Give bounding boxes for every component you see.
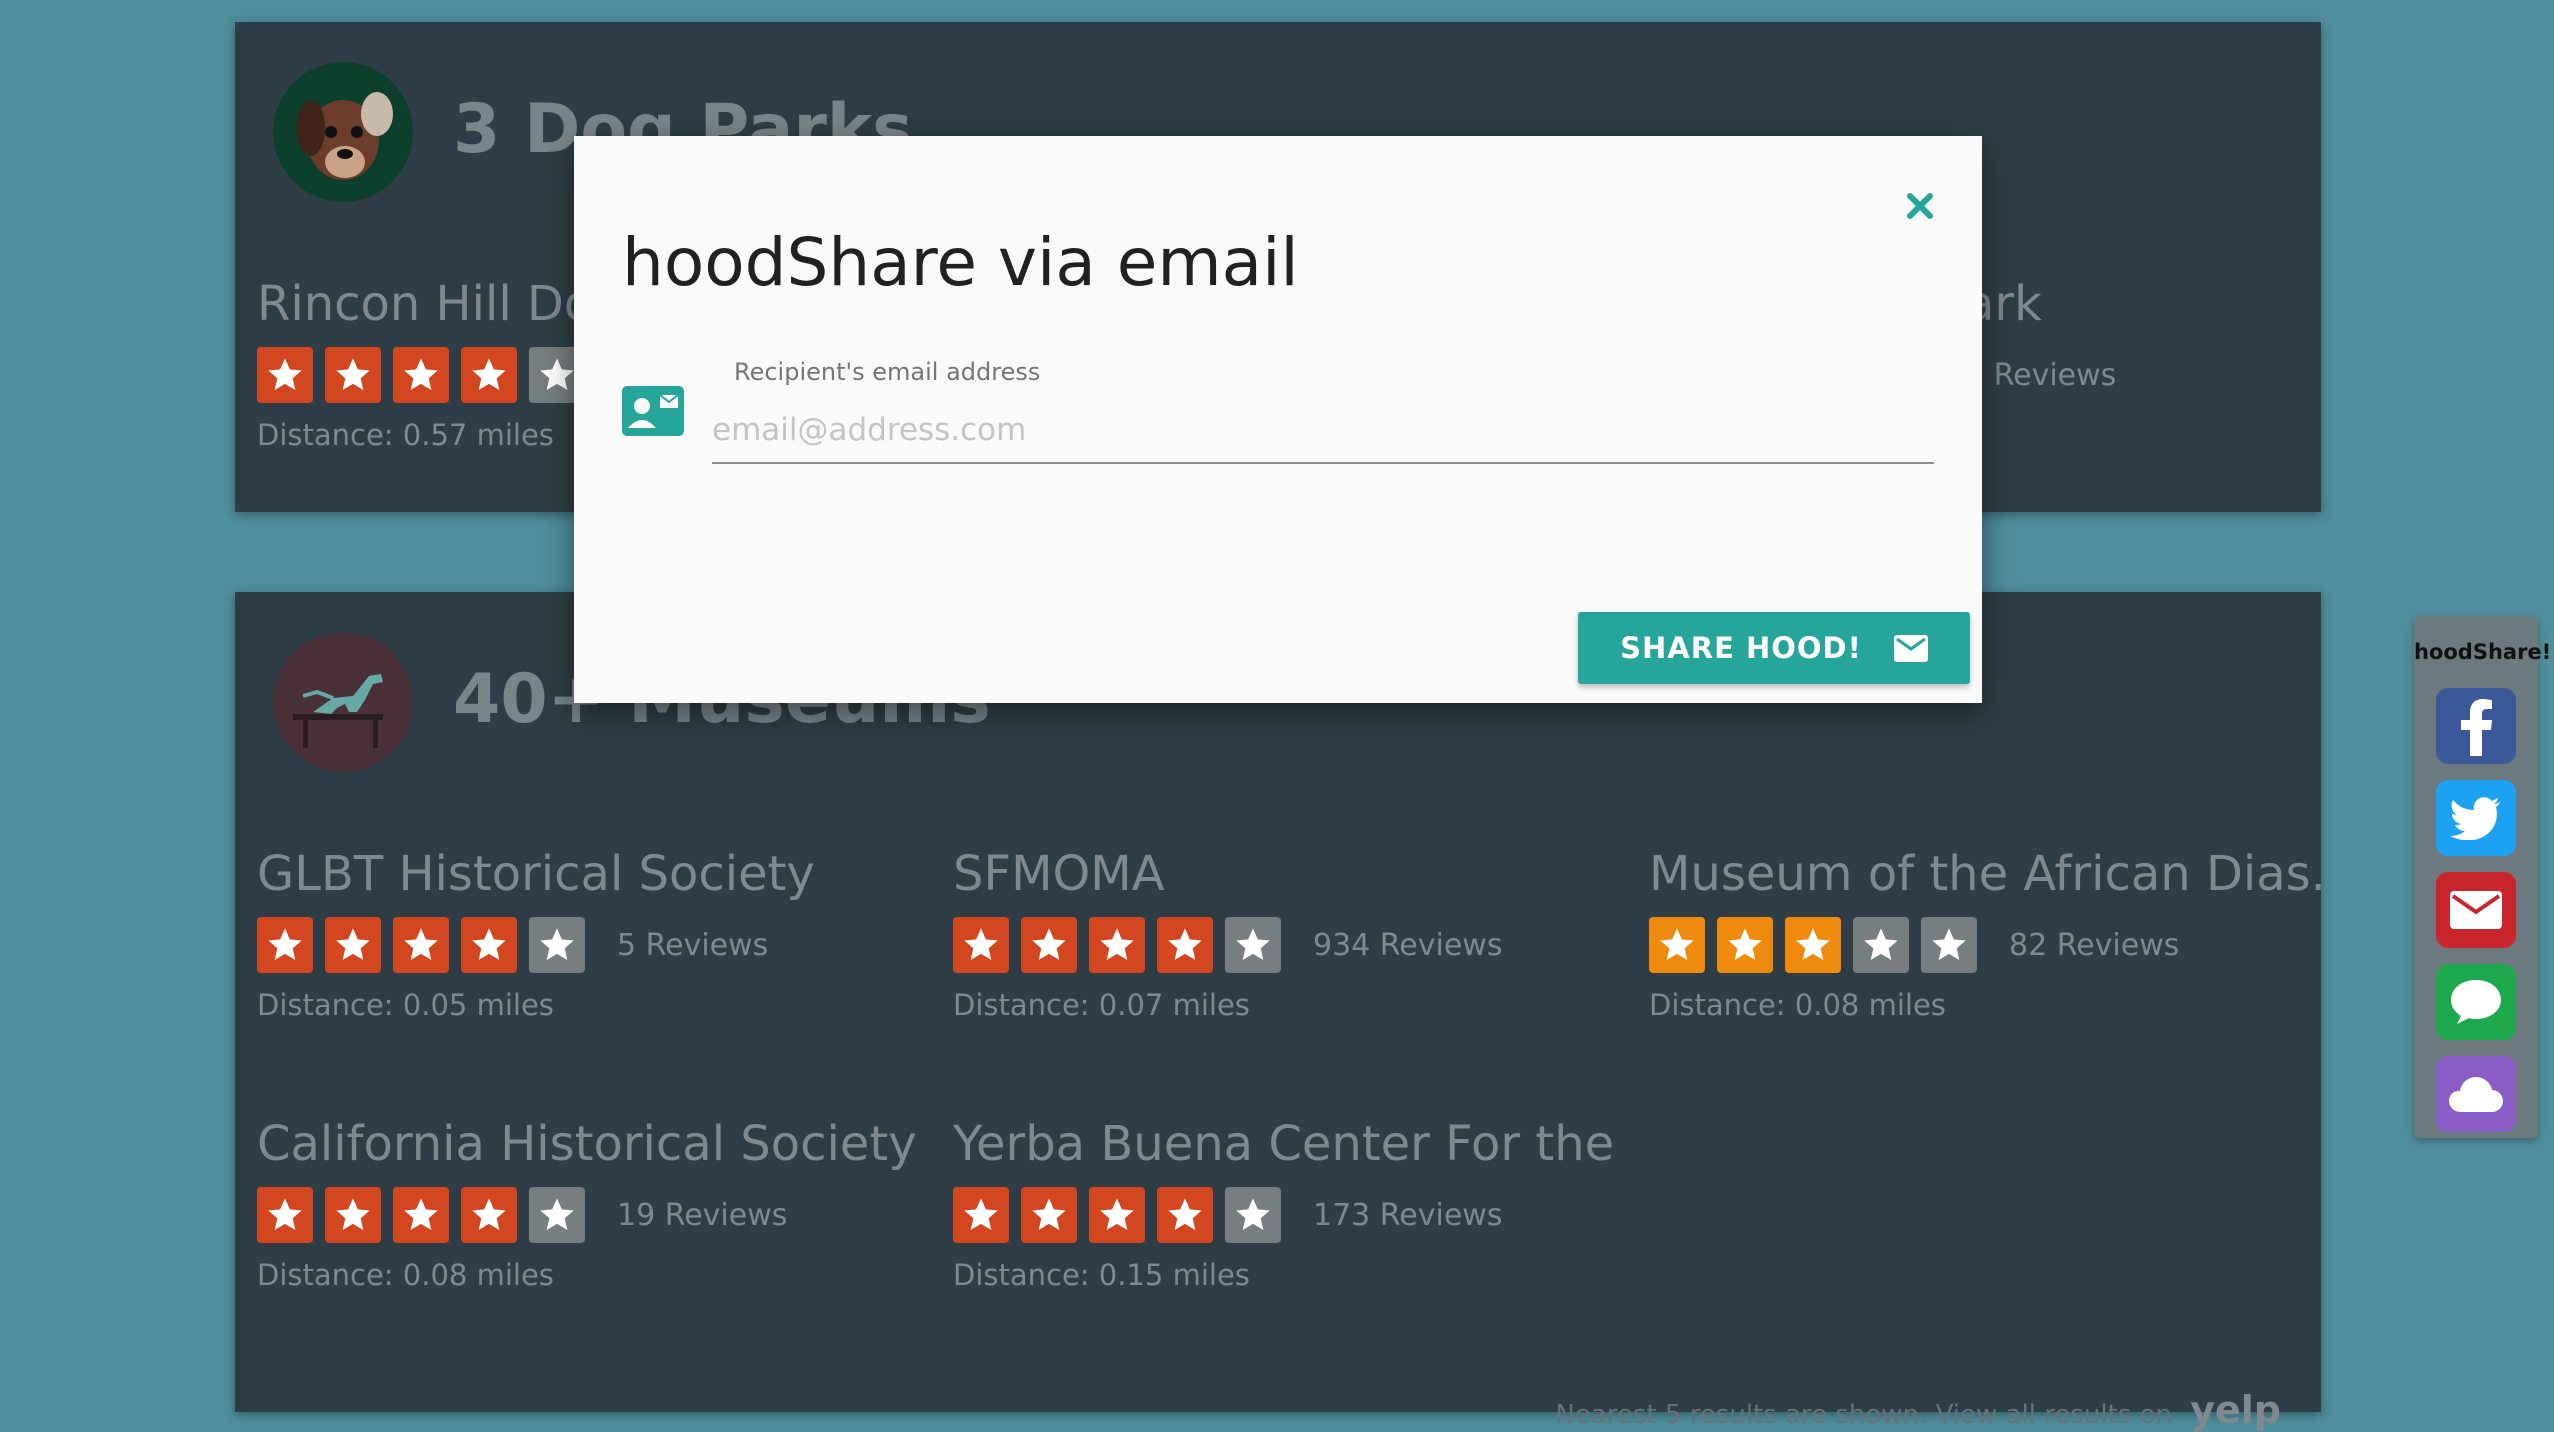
star-filled-icon (325, 917, 381, 973)
mail-icon (2450, 891, 2502, 929)
share-sidebar: hoodShare! (2414, 616, 2552, 1138)
sms-share-button[interactable] (2436, 964, 2516, 1040)
review-count: 9 Reviews (1965, 357, 2117, 393)
star-filled-icon (257, 917, 313, 973)
distance-label: Distance: 0.15 miles (953, 1258, 1250, 1292)
place-card[interactable]: California Historical Society 19 Reviews… (257, 1112, 937, 1292)
star-filled-icon (257, 347, 313, 403)
star-filled-icon (461, 1187, 517, 1243)
rating-stars: 173 Reviews (953, 1186, 1633, 1244)
distance-label: Distance: 0.08 miles (257, 1258, 554, 1292)
star-filled-icon (461, 917, 517, 973)
share-hood-label: SHARE HOOD! (1620, 631, 1862, 665)
share-email-modal: hoodShare via email Recipient's email ad… (574, 136, 1982, 703)
star-filled-icon (257, 1187, 313, 1243)
distance-label: Distance: 0.05 miles (257, 988, 554, 1022)
star-filled-icon (393, 347, 449, 403)
star-filled-icon (1021, 917, 1077, 973)
facebook-icon (2461, 699, 2492, 756)
place-card[interactable]: Yerba Buena Center For the ... 173 Revie… (953, 1112, 1633, 1292)
place-card[interactable]: Museum of the African Dias... 82 Reviews… (1649, 842, 2329, 1022)
rating-stars: 934 Reviews (953, 916, 1633, 974)
star-filled-icon (1785, 917, 1841, 973)
facebook-share-button[interactable] (2436, 688, 2516, 764)
place-name[interactable]: Yerba Buena Center For the ... (953, 1112, 1633, 1176)
place-card[interactable]: ark 9 Reviews (1965, 272, 2315, 404)
yelp-footer: Nearest 5 results are shown. View all re… (1555, 1388, 2281, 1432)
contact-mail-icon (622, 386, 684, 436)
star-filled-icon (393, 917, 449, 973)
rating-row: 9 Reviews (1945, 346, 2315, 404)
rating-stars: 5 Reviews (257, 916, 937, 974)
footer-note-text: Nearest 5 results are shown. View all re… (1555, 1400, 2172, 1430)
share-hood-button[interactable]: SHARE HOOD! (1578, 612, 1970, 684)
distance-label: Distance: 0.08 miles (1649, 988, 1946, 1022)
star-filled-icon (1157, 1187, 1213, 1243)
yelp-logo[interactable]: yelp (2190, 1388, 2281, 1432)
review-count: 934 Reviews (1313, 927, 1503, 963)
close-icon (1907, 193, 1933, 219)
review-count: 19 Reviews (617, 1197, 788, 1233)
email-share-button[interactable] (2436, 872, 2516, 948)
twitter-share-button[interactable] (2436, 780, 2516, 856)
place-name[interactable]: California Historical Society (257, 1112, 937, 1176)
cloud-share-button[interactable] (2436, 1056, 2516, 1132)
review-count: 5 Reviews (617, 927, 769, 963)
star-filled-icon (461, 347, 517, 403)
place-name[interactable]: SFMOMA (953, 842, 1633, 906)
star-filled-icon (393, 1187, 449, 1243)
star-empty-icon (529, 1187, 585, 1243)
star-filled-icon (953, 917, 1009, 973)
star-filled-icon (1717, 917, 1773, 973)
place-name[interactable]: ark (1965, 272, 2315, 336)
email-field-label: Recipient's email address (734, 358, 1041, 386)
dinosaur-icon (273, 632, 413, 772)
mail-icon (1893, 634, 1928, 662)
close-button[interactable] (1900, 186, 1940, 226)
star-empty-icon (1225, 917, 1281, 973)
twitter-icon (2450, 797, 2500, 840)
rating-stars: 82 Reviews (1649, 916, 2329, 974)
star-filled-icon (1089, 917, 1145, 973)
modal-title: hoodShare via email (622, 224, 1299, 301)
sms-icon (2451, 980, 2501, 1024)
place-card[interactable]: SFMOMA 934 Reviews Distance: 0.07 miles (953, 842, 1633, 1022)
review-count: 173 Reviews (1313, 1197, 1503, 1233)
star-filled-icon (953, 1187, 1009, 1243)
star-empty-icon (1225, 1187, 1281, 1243)
star-empty-icon (1853, 917, 1909, 973)
star-empty-icon (529, 917, 585, 973)
place-name[interactable]: GLBT Historical Society (257, 842, 937, 906)
share-bar-title: hoodShare! (2414, 640, 2552, 664)
email-field[interactable] (712, 398, 1934, 464)
distance-label: Distance: 0.07 miles (953, 988, 1250, 1022)
place-card[interactable]: GLBT Historical Society 5 Reviews Distan… (257, 842, 937, 1022)
star-filled-icon (1157, 917, 1213, 973)
museums-card: 40+ Museums GLBT Historical Society 5 Re… (235, 592, 2329, 1432)
place-name[interactable]: Museum of the African Dias... (1649, 842, 2329, 906)
star-filled-icon (1649, 917, 1705, 973)
star-filled-icon (1089, 1187, 1145, 1243)
star-filled-icon (1021, 1187, 1077, 1243)
rating-stars: 19 Reviews (257, 1186, 937, 1244)
cloud-icon (2449, 1077, 2503, 1112)
dog-icon (273, 62, 413, 202)
review-count: 82 Reviews (2009, 927, 2180, 963)
star-empty-icon (1921, 917, 1977, 973)
star-filled-icon (325, 347, 381, 403)
star-filled-icon (325, 1187, 381, 1243)
